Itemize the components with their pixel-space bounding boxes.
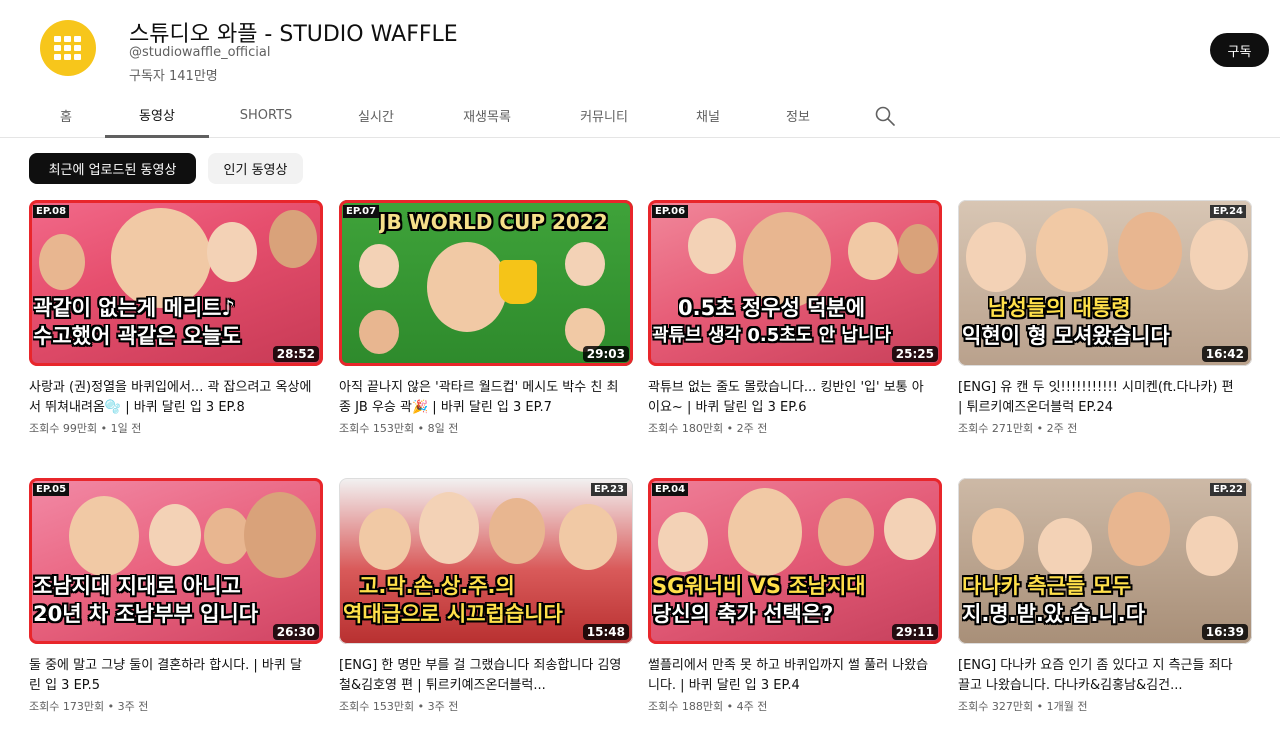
video-title[interactable]: 아직 끝나지 않은 '곽타르 월드컵' 메시도 박수 친 최종 JB 우승 곽🎉… bbox=[339, 378, 633, 418]
chip-popular-videos[interactable]: 인기 동영상 bbox=[208, 153, 303, 184]
upload-age: 1일 전 bbox=[110, 422, 142, 435]
view-count: 조회수 327만회 bbox=[958, 700, 1034, 713]
video-duration: 29:11 bbox=[891, 624, 938, 640]
video-title[interactable]: 썰플리에서 만족 못 하고 바퀴입까지 썰 풀러 나왔습니다. | 바퀴 달린 … bbox=[648, 656, 942, 696]
video-card[interactable]: EP.08 곽같이 없는게 메리트♪ 수고했어 곽같은 오늘도 28:52 사랑… bbox=[29, 200, 323, 438]
video-title[interactable]: [ENG] 유 캔 두 잇!!!!!!!!!!! 시미켄(ft.다나카) 편 |… bbox=[958, 378, 1252, 418]
thumbnail-caption: 곽튜브 생각 0.5초도 안 납니다 bbox=[652, 325, 892, 346]
video-meta: 조회수 327만회 • 1개월 전 bbox=[958, 700, 1088, 713]
video-card[interactable]: EP.04 SG워너비 VS 조남지대 당신의 축가 선택은? 29:11 썰플… bbox=[648, 478, 942, 716]
video-card[interactable]: EP.23 고.막.손.상.주.의 역대급으로 시끄럽습니다 15:48 [EN… bbox=[339, 478, 633, 716]
episode-tag: EP.06 bbox=[652, 205, 689, 218]
video-duration: 29:03 bbox=[582, 346, 629, 362]
video-card[interactable]: EP.07 JB WORLD CUP 2022 29:03 아직 끝나지 않은 … bbox=[339, 200, 633, 438]
view-count: 조회수 271만회 bbox=[958, 422, 1034, 435]
video-meta: 조회수 153만회 • 8일 전 bbox=[339, 422, 459, 435]
video-thumbnail[interactable]: EP.07 JB WORLD CUP 2022 29:03 bbox=[339, 200, 633, 366]
video-meta: 조회수 173만회 • 3주 전 bbox=[29, 700, 149, 713]
video-duration: 15:48 bbox=[582, 624, 629, 640]
video-thumbnail[interactable]: EP.06 0.5초 정우성 덕분에 곽튜브 생각 0.5초도 안 납니다 25… bbox=[648, 200, 942, 366]
video-title[interactable]: [ENG] 한 명만 부를 걸 그랬습니다 죄송합니다 김영철&김호영 편 | … bbox=[339, 656, 633, 696]
search-icon[interactable] bbox=[873, 104, 897, 128]
view-count: 조회수 188만회 bbox=[648, 700, 724, 713]
video-card[interactable]: EP.24 남성들의 대통령 익현이 형 모셔왔습니다 16:42 [ENG] … bbox=[958, 200, 1252, 438]
video-meta: 조회수 188만회 • 4주 전 bbox=[648, 700, 768, 713]
video-thumbnail[interactable]: EP.08 곽같이 없는게 메리트♪ 수고했어 곽같은 오늘도 28:52 bbox=[29, 200, 323, 366]
thumbnail-caption: 고.막.손.상.주.의 bbox=[359, 574, 515, 598]
thumbnail-caption: 다나카 측근들 모두 bbox=[962, 574, 1132, 598]
thumbnail-caption: 수고했어 곽같은 오늘도 bbox=[33, 324, 241, 348]
tab-channels[interactable]: 채널 bbox=[662, 94, 754, 137]
view-count: 조회수 153만회 bbox=[339, 700, 415, 713]
episode-tag: EP.05 bbox=[33, 483, 70, 496]
video-thumbnail[interactable]: EP.22 다나카 측근들 모두 지.명.받.았.습.니.다 16:39 bbox=[958, 478, 1252, 644]
episode-tag: EP.08 bbox=[33, 205, 70, 218]
thumbnail-caption: 조남지대 지대로 아니고 bbox=[33, 574, 241, 598]
episode-tag: EP.24 bbox=[1209, 205, 1246, 218]
video-meta: 조회수 271만회 • 2주 전 bbox=[958, 422, 1078, 435]
tab-community[interactable]: 커뮤니티 bbox=[558, 94, 650, 137]
view-count: 조회수 153만회 bbox=[339, 422, 415, 435]
episode-tag: EP.22 bbox=[1209, 483, 1246, 496]
subscribe-button[interactable]: 구독 bbox=[1210, 33, 1269, 67]
video-thumbnail[interactable]: EP.04 SG워너비 VS 조남지대 당신의 축가 선택은? 29:11 bbox=[648, 478, 942, 644]
thumbnail-caption: 지.명.받.았.습.니.다 bbox=[962, 602, 1146, 626]
video-card[interactable]: EP.05 조남지대 지대로 아니고 20년 차 조남부부 입니다 26:30 … bbox=[29, 478, 323, 716]
video-title[interactable]: 둘 중에 말고 그냥 둘이 결혼하라 합시다. | 바퀴 달린 입 3 EP.5 bbox=[29, 656, 323, 696]
thumbnail-caption: 20년 차 조남부부 입니다 bbox=[33, 602, 259, 626]
video-thumbnail[interactable]: EP.23 고.막.손.상.주.의 역대급으로 시끄럽습니다 15:48 bbox=[339, 478, 633, 644]
video-card[interactable]: EP.06 0.5초 정우성 덕분에 곽튜브 생각 0.5초도 안 납니다 25… bbox=[648, 200, 942, 438]
upload-age: 4주 전 bbox=[736, 700, 768, 713]
video-card[interactable]: EP.22 다나카 측근들 모두 지.명.받.았.습.니.다 16:39 [EN… bbox=[958, 478, 1252, 716]
thumbnail-caption: 남성들의 대통령 bbox=[988, 296, 1131, 320]
channel-avatar[interactable] bbox=[40, 20, 96, 76]
tab-home[interactable]: 홈 bbox=[28, 94, 104, 137]
tab-shorts[interactable]: SHORTS bbox=[220, 94, 312, 137]
video-thumbnail[interactable]: EP.24 남성들의 대통령 익현이 형 모셔왔습니다 16:42 bbox=[958, 200, 1252, 366]
view-count: 조회수 173만회 bbox=[29, 700, 105, 713]
thumbnail-caption: JB WORLD CUP 2022 bbox=[379, 210, 608, 234]
tab-about[interactable]: 정보 bbox=[752, 94, 844, 137]
chip-recent-uploads[interactable]: 최근에 업로드된 동영상 bbox=[29, 153, 196, 184]
upload-age: 2주 전 bbox=[1046, 422, 1078, 435]
tab-videos[interactable]: 동영상 bbox=[105, 94, 209, 138]
thumbnail-caption: 역대급으로 시끄럽습니다 bbox=[343, 602, 563, 626]
episode-tag: EP.23 bbox=[590, 483, 627, 496]
video-meta: 조회수 180만회 • 2주 전 bbox=[648, 422, 768, 435]
view-count: 조회수 180만회 bbox=[648, 422, 724, 435]
tab-playlists[interactable]: 재생목록 bbox=[441, 94, 533, 137]
tab-live[interactable]: 실시간 bbox=[330, 94, 422, 137]
video-title[interactable]: 곽튜브 없는 줄도 몰랐습니다... 킹반인 '입' 보통 아이요~ | 바퀴 … bbox=[648, 378, 942, 418]
upload-age: 8일 전 bbox=[427, 422, 459, 435]
channel-title: 스튜디오 와플 - STUDIO WAFFLE bbox=[129, 22, 458, 47]
thumbnail-caption: SG워너비 VS 조남지대 bbox=[652, 574, 866, 598]
upload-age: 1개월 전 bbox=[1046, 700, 1088, 713]
video-duration: 26:30 bbox=[272, 624, 319, 640]
upload-age: 3주 전 bbox=[117, 700, 149, 713]
waffle-logo-icon bbox=[51, 31, 85, 65]
thumbnail-caption: 0.5초 정우성 덕분에 bbox=[678, 296, 866, 320]
video-duration: 16:42 bbox=[1201, 346, 1248, 362]
episode-tag: EP.04 bbox=[652, 483, 689, 496]
episode-tag: EP.07 bbox=[343, 205, 380, 218]
upload-age: 2주 전 bbox=[736, 422, 768, 435]
video-meta: 조회수 153만회 • 3주 전 bbox=[339, 700, 459, 713]
thumbnail-caption: 익현이 형 모셔왔습니다 bbox=[962, 324, 1170, 348]
upload-age: 3주 전 bbox=[427, 700, 459, 713]
thumbnail-caption: 곽같이 없는게 메리트♪ bbox=[33, 296, 235, 320]
channel-tabs: 홈 동영상 SHORTS 실시간 재생목록 커뮤니티 채널 정보 bbox=[0, 94, 1280, 138]
video-duration: 25:25 bbox=[891, 346, 938, 362]
view-count: 조회수 99만회 bbox=[29, 422, 98, 435]
thumbnail-caption: 당신의 축가 선택은? bbox=[652, 602, 834, 626]
channel-handle: @studiowaffle_official bbox=[129, 45, 271, 60]
subscriber-count: 구독자 141만명 bbox=[129, 69, 218, 84]
channel-header: 스튜디오 와플 - STUDIO WAFFLE @studiowaffle_of… bbox=[0, 0, 1280, 100]
video-duration: 28:52 bbox=[272, 346, 319, 362]
video-title[interactable]: 사랑과 (권)정열을 바퀴입에서... 곽 잡으려고 옥상에서 뛰쳐내려옴🫧 |… bbox=[29, 378, 323, 418]
video-duration: 16:39 bbox=[1201, 624, 1248, 640]
video-thumbnail[interactable]: EP.05 조남지대 지대로 아니고 20년 차 조남부부 입니다 26:30 bbox=[29, 478, 323, 644]
video-meta: 조회수 99만회 • 1일 전 bbox=[29, 422, 142, 435]
video-title[interactable]: [ENG] 다나카 요즘 인기 좀 있다고 지 측근들 죄다 끌고 나왔습니다.… bbox=[958, 656, 1252, 696]
